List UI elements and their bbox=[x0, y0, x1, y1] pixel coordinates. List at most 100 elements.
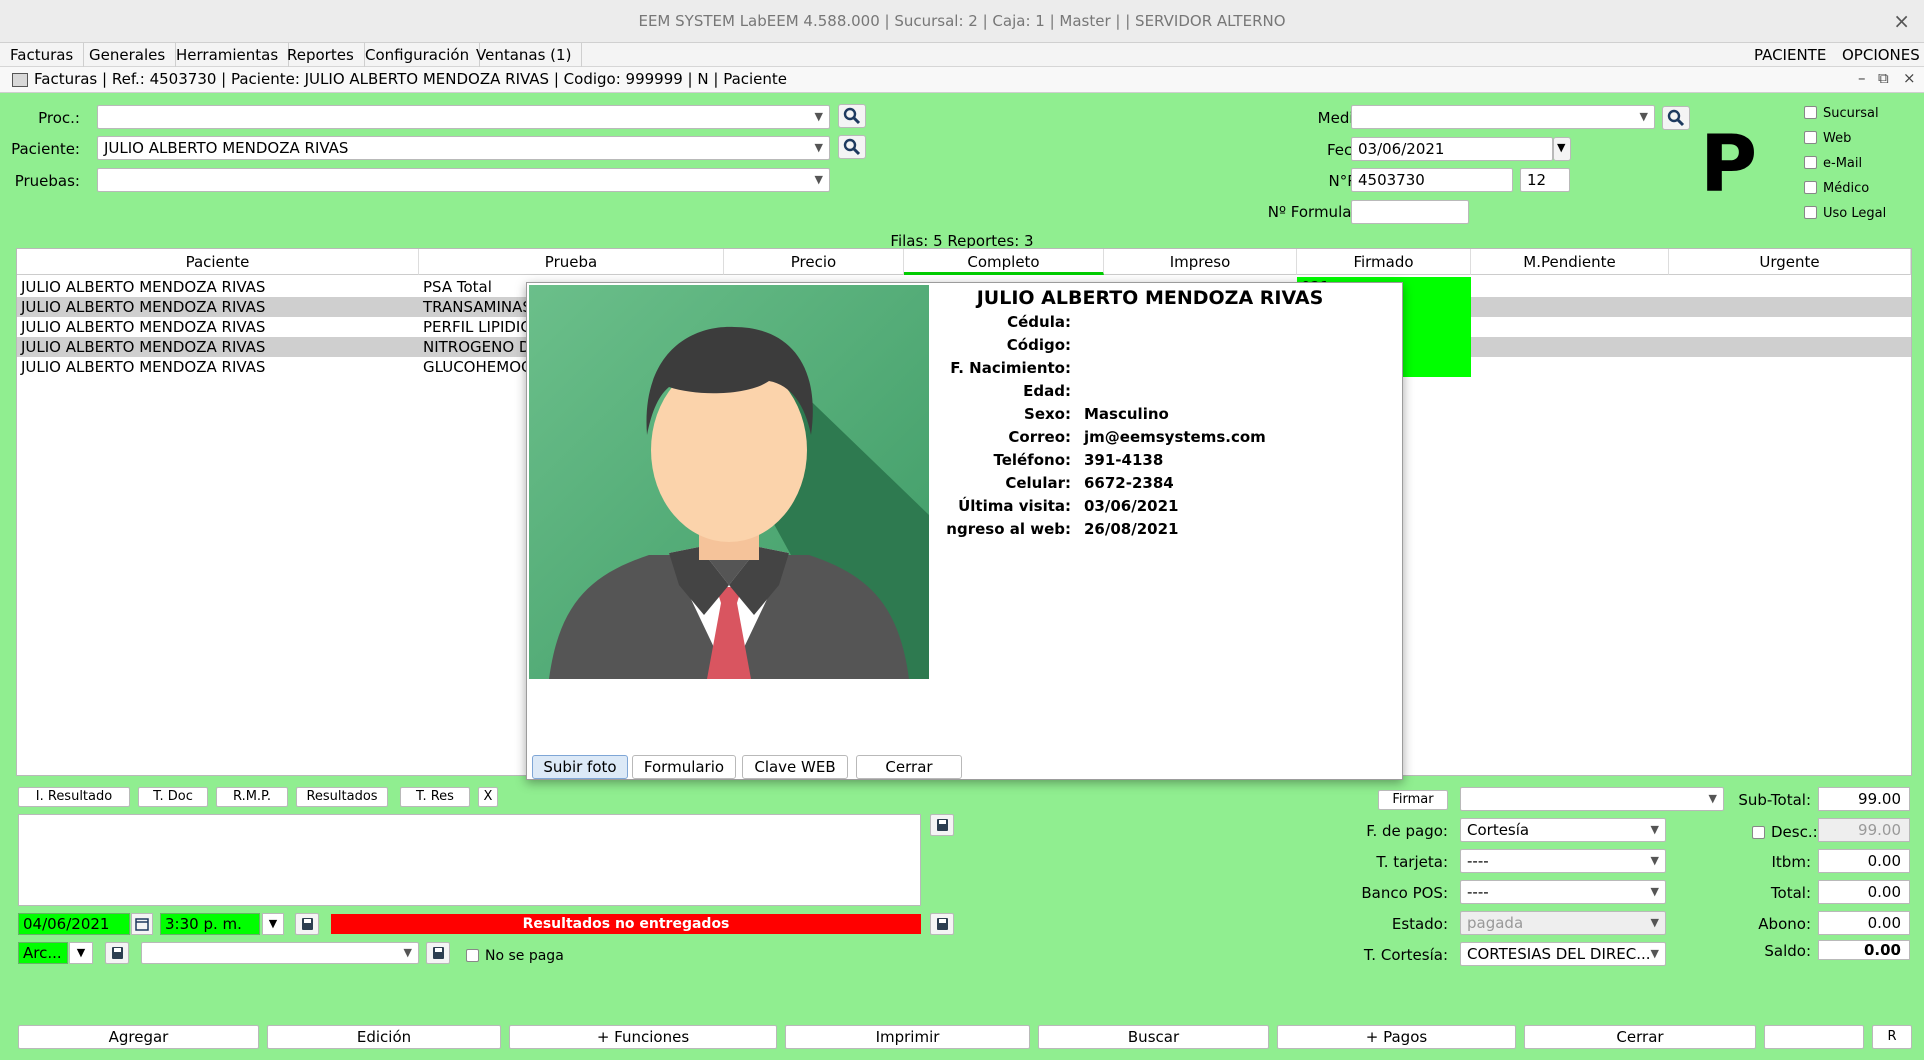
menu-reportes[interactable]: Reportes bbox=[277, 43, 365, 67]
popup-label: Sexo: bbox=[1024, 405, 1071, 423]
search-icon bbox=[843, 138, 861, 156]
paciente-combo[interactable]: JULIO ALBERTO MENDOZA RIVAS ▼ bbox=[97, 136, 830, 160]
firmar-combo[interactable]: ▼ bbox=[1460, 787, 1724, 811]
tab-resultados[interactable]: Resultados bbox=[296, 787, 388, 807]
frame-close-icon[interactable]: × bbox=[1903, 69, 1916, 87]
check-email[interactable]: e-Mail bbox=[1804, 156, 1862, 171]
date-field[interactable]: 04/06/2021 bbox=[18, 913, 130, 935]
saldo-value: 0.00 bbox=[1818, 940, 1910, 960]
proc-search-button[interactable] bbox=[838, 104, 866, 128]
col-completo[interactable]: Completo bbox=[904, 249, 1104, 275]
ttarjeta-combo[interactable]: ---- ▼ bbox=[1460, 849, 1666, 873]
no-se-paga-checkbox[interactable]: No se paga bbox=[466, 948, 564, 964]
col-urgente[interactable]: Urgente bbox=[1669, 249, 1911, 275]
chevron-down-icon[interactable]: ▼ bbox=[262, 913, 284, 935]
notes-textarea[interactable] bbox=[18, 814, 921, 906]
chevron-down-icon[interactable]: ▼ bbox=[69, 942, 93, 964]
medico-search-button[interactable] bbox=[1662, 106, 1690, 130]
window-title: EEM SYSTEM LabEEM 4.588.000 | Sucursal: … bbox=[638, 12, 1286, 30]
minimize-icon[interactable]: – bbox=[1858, 69, 1866, 87]
desc-checkbox[interactable]: Desc.: bbox=[1752, 823, 1818, 841]
proc-combo[interactable]: ▼ bbox=[97, 105, 830, 129]
save-secondary-button[interactable] bbox=[426, 942, 450, 964]
tab-t-doc[interactable]: T. Doc bbox=[138, 787, 208, 807]
menu-paciente[interactable]: PACIENTE bbox=[1744, 43, 1836, 67]
col-prueba[interactable]: Prueba bbox=[419, 249, 724, 275]
blank-button[interactable] bbox=[1764, 1025, 1864, 1049]
paciente-search-button[interactable] bbox=[838, 135, 866, 159]
menu-facturas[interactable]: Facturas bbox=[0, 43, 85, 67]
menu-configuracion[interactable]: Configuración bbox=[355, 43, 481, 67]
cerrar-button[interactable]: Cerrar bbox=[1524, 1025, 1756, 1049]
col-firmado[interactable]: Firmado bbox=[1297, 249, 1471, 275]
popup-close-button[interactable]: Cerrar bbox=[856, 755, 962, 779]
banco-label: Banco POS: bbox=[1361, 884, 1448, 902]
total-value: 0.00 bbox=[1818, 880, 1910, 904]
save-icon bbox=[112, 947, 123, 959]
window-close-icon[interactable]: × bbox=[1893, 9, 1910, 33]
subir-foto-button[interactable]: Subir foto bbox=[532, 755, 628, 779]
banco-combo[interactable]: ---- ▼ bbox=[1460, 880, 1666, 904]
save-notes-button[interactable] bbox=[930, 814, 954, 836]
tab-close-x[interactable]: X bbox=[478, 787, 498, 807]
check-web[interactable]: Web bbox=[1804, 131, 1851, 146]
r-button[interactable]: R bbox=[1872, 1025, 1912, 1049]
tab-rmp[interactable]: R.M.P. bbox=[216, 787, 288, 807]
pruebas-label: Pruebas: bbox=[14, 172, 80, 190]
fecha-field[interactable]: 03/06/2021 bbox=[1351, 137, 1553, 161]
popup-label: Correo: bbox=[1008, 428, 1071, 446]
col-precio[interactable]: Precio bbox=[724, 249, 904, 275]
chevron-down-icon: ▼ bbox=[1650, 854, 1659, 867]
estado-combo: pagada ▼ bbox=[1460, 911, 1666, 935]
menu-generales[interactable]: Generales bbox=[79, 43, 177, 67]
abono-value[interactable]: 0.00 bbox=[1818, 911, 1910, 935]
search-icon bbox=[1667, 109, 1685, 127]
clave-web-button[interactable]: Clave WEB bbox=[742, 755, 848, 779]
menu-herramientas[interactable]: Herramientas bbox=[166, 43, 290, 67]
nref-field[interactable]: 4503730 bbox=[1351, 168, 1513, 192]
fecha-dropdown-button[interactable]: ▼ bbox=[1553, 137, 1571, 161]
secondary-combo[interactable]: ▼ bbox=[141, 942, 419, 964]
formulario-button[interactable]: Formulario bbox=[632, 755, 736, 779]
calendar-icon[interactable] bbox=[131, 913, 153, 935]
fpago-combo[interactable]: Cortesía ▼ bbox=[1460, 818, 1666, 842]
save-status-button[interactable] bbox=[930, 913, 954, 935]
internal-frame-titlebar: Facturas | Ref.: 4503730 | Paciente: JUL… bbox=[0, 67, 1924, 93]
check-uso-legal[interactable]: Uso Legal bbox=[1804, 206, 1886, 221]
chevron-down-icon: ▼ bbox=[1639, 110, 1648, 123]
col-impreso[interactable]: Impreso bbox=[1104, 249, 1297, 275]
pruebas-combo[interactable]: ▼ bbox=[97, 168, 830, 192]
time-field[interactable]: 3:30 p. m. bbox=[160, 913, 260, 935]
pagos-button[interactable]: + Pagos bbox=[1277, 1025, 1516, 1049]
firmar-button[interactable]: Firmar bbox=[1378, 790, 1448, 810]
edicion-button[interactable]: Edición bbox=[267, 1025, 501, 1049]
check-sucursal[interactable]: Sucursal bbox=[1804, 106, 1879, 121]
check-medico[interactable]: Médico bbox=[1804, 181, 1869, 196]
save-datetime-button[interactable] bbox=[295, 913, 319, 935]
popup-label: F. Nacimiento: bbox=[950, 359, 1071, 377]
buscar-button[interactable]: Buscar bbox=[1038, 1025, 1269, 1049]
medico-combo[interactable]: ▼ bbox=[1351, 105, 1655, 129]
menu-ventanas[interactable]: Ventanas (1) bbox=[466, 43, 583, 67]
restore-icon[interactable]: ⧉ bbox=[1878, 69, 1889, 87]
tab-i-resultado[interactable]: I. Resultado bbox=[18, 787, 130, 807]
formulario-field[interactable] bbox=[1351, 200, 1469, 224]
imprimir-button[interactable]: Imprimir bbox=[785, 1025, 1030, 1049]
subtotal-value: 99.00 bbox=[1818, 787, 1910, 811]
abono-label: Abono: bbox=[1758, 915, 1811, 933]
save-arc-button[interactable] bbox=[105, 942, 129, 964]
window-titlebar: EEM SYSTEM LabEEM 4.588.000 | Sucursal: … bbox=[0, 0, 1924, 43]
menu-opciones[interactable]: OPCIONES bbox=[1832, 43, 1924, 67]
funciones-button[interactable]: + Funciones bbox=[509, 1025, 777, 1049]
col-m-pendiente[interactable]: M.Pendiente bbox=[1471, 249, 1669, 275]
agregar-button[interactable]: Agregar bbox=[18, 1025, 259, 1049]
frame-icon bbox=[12, 73, 28, 87]
arc-combo[interactable]: Arc... bbox=[18, 942, 68, 964]
col-paciente[interactable]: Paciente bbox=[17, 249, 419, 275]
tcortesia-combo[interactable]: CORTESIAS DEL DIREC... ▼ bbox=[1460, 942, 1666, 966]
popup-label: Celular: bbox=[1005, 474, 1071, 492]
tcortesia-label: T. Cortesía: bbox=[1363, 946, 1448, 964]
save-icon bbox=[937, 918, 948, 930]
nref-extra-field[interactable]: 12 bbox=[1520, 168, 1570, 192]
tab-t-res[interactable]: T. Res bbox=[400, 787, 470, 807]
